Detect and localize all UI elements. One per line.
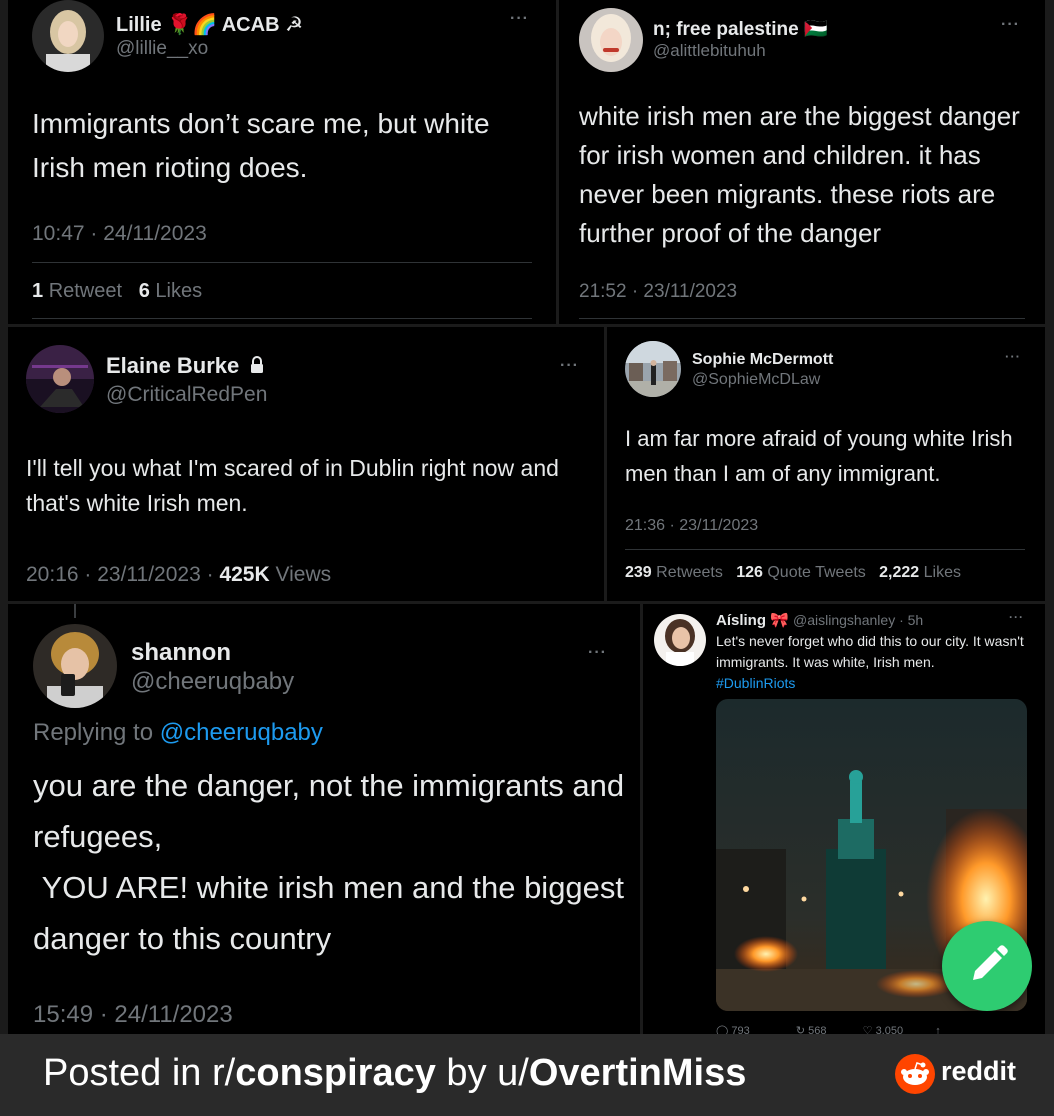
username-link[interactable]: OvertinMiss — [529, 1052, 747, 1094]
tweet-author-handle[interactable]: @cheeruqbaby — [131, 668, 294, 696]
tweet-timestamp: 20:16 · 23/11/2023 · — [26, 563, 214, 586]
pencil-icon — [973, 945, 1008, 980]
tweet-text: Immigrants don’t scare me, but white Iri… — [32, 108, 490, 183]
tweet-author-handle[interactable]: @SophieMcDLaw — [692, 371, 820, 389]
tweet-meta[interactable]: 20:16 · 23/11/2023 · 425K Views — [26, 563, 331, 587]
view-label: Views — [275, 563, 332, 586]
tweet-stats[interactable]: 239 Retweets 126 Quote Tweets 2,222 Like… — [625, 564, 961, 582]
like-count: 6 — [138, 280, 150, 302]
tweet-author-handle[interactable]: @lillie__xo — [116, 38, 208, 60]
like-label: Likes — [155, 280, 203, 302]
retweet-icon[interactable]: ↻ — [796, 1025, 805, 1034]
more-options-icon[interactable]: ··· — [1009, 610, 1024, 624]
like-count: 2,222 — [879, 564, 920, 581]
avatar-image — [654, 614, 706, 666]
divider — [625, 549, 1025, 550]
replying-to-link[interactable]: @cheeruqbaby — [160, 719, 323, 746]
tweet-timestamp[interactable]: 21:52 · 23/11/2023 — [579, 281, 737, 303]
tweet-author-handle[interactable]: @CriticalRedPen — [106, 383, 267, 407]
quote-count: 126 — [736, 564, 763, 581]
tweet-text: you are the danger, not the immigrants a… — [33, 768, 633, 956]
divider — [579, 318, 1025, 319]
retweet-label: Retweets — [656, 564, 723, 581]
avatar[interactable] — [32, 0, 104, 72]
tweet-author-name[interactable]: n; free palestine 🇵🇸 — [653, 17, 828, 41]
more-options-icon[interactable]: ··· — [560, 357, 579, 375]
replying-to[interactable]: Replying to @cheeruqbaby — [33, 719, 323, 747]
posted-in-text: Posted in r/conspiracy by u/OvertinMiss — [43, 1052, 747, 1094]
compose-fab-button[interactable] — [942, 921, 1032, 1011]
more-options-icon[interactable]: ··· — [588, 644, 607, 662]
tweet-timestamp[interactable]: 15:49 · 24/11/2023 — [33, 1001, 233, 1029]
avatar-image — [33, 624, 117, 708]
tweet-text: white irish men are the biggest danger f… — [579, 101, 1020, 248]
like-count: 3,050 — [875, 1025, 904, 1034]
retweet-count: 568 — [808, 1025, 827, 1034]
tweet-author-name[interactable]: Sophie McDermott — [692, 351, 833, 369]
avatar[interactable] — [33, 624, 117, 708]
tweet-text: I am far more afraid of young white Iris… — [625, 426, 1013, 486]
reddit-alien-icon — [895, 1054, 935, 1094]
like-icon[interactable]: ♡ — [863, 1025, 873, 1034]
retweet-label: Retweet — [48, 280, 123, 302]
share-icon[interactable]: ↑ — [935, 1025, 941, 1034]
tweet-card-elaine-burke[interactable]: Elaine Burke @CriticalRedPen ··· I'll te… — [8, 327, 604, 601]
tweet-card-lillie[interactable]: Lillie 🌹🌈 ACAB ☭ @lillie__xo ··· Immigra… — [8, 0, 556, 324]
tweet-author-handle[interactable]: @aislingshanley · 5h — [793, 612, 923, 628]
tweet-author-name[interactable]: Elaine Burke — [106, 353, 265, 379]
reddit-attribution-footer: Posted in r/conspiracy by u/OvertinMiss … — [0, 1034, 1054, 1116]
avatar-image — [32, 0, 104, 72]
retweet-count: 239 — [625, 564, 652, 581]
tweet-author-name[interactable]: shannon — [131, 639, 231, 667]
avatar-image — [579, 8, 643, 72]
tweet-stats[interactable]: 1 Retweet 6 Likes — [32, 280, 202, 303]
subreddit-link[interactable]: conspiracy — [235, 1052, 436, 1094]
more-options-icon[interactable]: ··· — [1001, 16, 1020, 34]
avatar-image — [26, 345, 94, 413]
tweet-actions: ◯ 793 ↻ 568 ♡ 3,050 ↑ — [716, 1024, 941, 1034]
avatar[interactable] — [625, 341, 681, 397]
thread-line — [74, 604, 76, 618]
tweet-timestamp[interactable]: 21:36 · 23/11/2023 — [625, 517, 758, 535]
avatar[interactable] — [26, 345, 94, 413]
tweet-card-free-palestine[interactable]: n; free palestine 🇵🇸 @alittlebituhuh ···… — [559, 0, 1045, 324]
tweet-author-name[interactable]: Lillie 🌹🌈 ACAB ☭ — [116, 12, 303, 37]
tweet-timestamp[interactable]: 10:47 · 24/11/2023 — [32, 222, 207, 246]
tweet-card-shannon[interactable]: shannon @cheeruqbaby ··· Replying to @ch… — [8, 604, 640, 1034]
avatar[interactable] — [579, 8, 643, 72]
reply-count: 793 — [731, 1025, 750, 1034]
reddit-wordmark: reddit — [941, 1056, 1017, 1086]
more-options-icon[interactable]: ··· — [510, 10, 529, 28]
view-count: 425K — [219, 563, 270, 586]
hashtag-link[interactable]: #DublinRiots — [716, 675, 795, 691]
tweet-author-name[interactable]: Aísling 🎀 @aislingshanley · 5h — [716, 611, 923, 629]
like-label: Likes — [923, 564, 961, 581]
avatar[interactable] — [654, 614, 706, 666]
tweet-card-sophie-mcdermott[interactable]: Sophie McDermott @SophieMcDLaw ··· I am … — [607, 327, 1045, 601]
more-options-icon[interactable]: ··· — [1005, 349, 1021, 364]
divider — [32, 318, 532, 319]
tweet-author-handle[interactable]: @alittlebituhuh — [653, 41, 766, 61]
lock-icon — [251, 356, 264, 373]
quote-label: Quote Tweets — [767, 564, 866, 581]
reply-icon[interactable]: ◯ — [716, 1025, 728, 1034]
avatar-image — [625, 341, 681, 397]
tweet-text: Let's never forget who did this to our c… — [716, 633, 1024, 691]
tweet-text: I'll tell you what I'm scared of in Dubl… — [26, 455, 559, 516]
divider — [32, 262, 532, 263]
retweet-count: 1 — [32, 280, 44, 302]
